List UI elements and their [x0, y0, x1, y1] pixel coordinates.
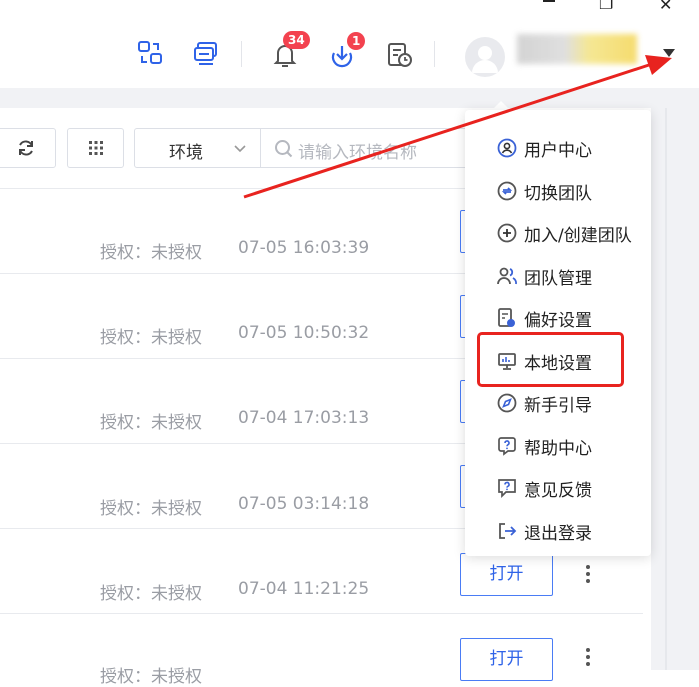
annotation-arrow — [243, 55, 672, 199]
